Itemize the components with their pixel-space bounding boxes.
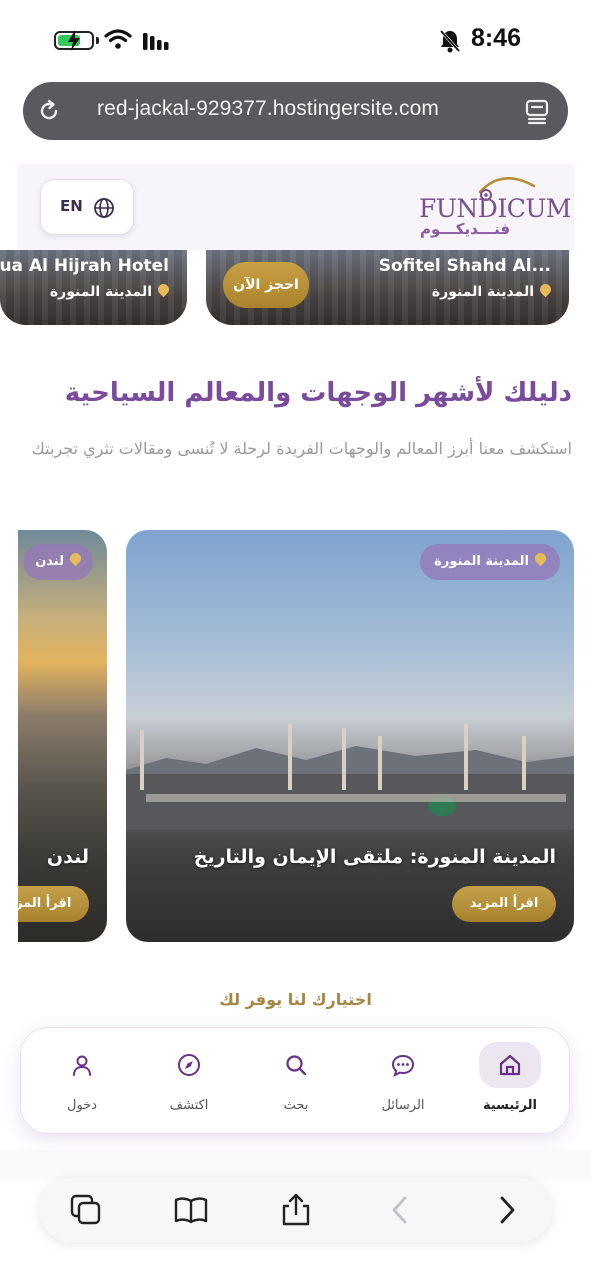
article-title: لندن — [46, 846, 89, 868]
nav-item-explore[interactable]: اكتشف — [144, 1042, 234, 1122]
brand-logo[interactable]: FUNDICUM فنـــديكـــوم — [414, 170, 572, 242]
charging-bolt-icon — [68, 30, 80, 51]
hotel-name: ua Al Hijrah Hotel — [0, 256, 169, 276]
location-badge: لندن — [23, 544, 93, 580]
location-pin-icon — [537, 281, 554, 298]
signal-icon — [143, 33, 169, 50]
location-pin-icon — [67, 550, 84, 567]
wifi-icon — [104, 29, 132, 49]
reload-icon[interactable] — [36, 98, 62, 124]
article-card-medina[interactable]: المدينة المنورة المدينة المنورة: ملتقى ا… — [126, 530, 574, 942]
hotel-location-text: المدينة المنورة — [431, 284, 534, 300]
chat-icon — [391, 1054, 415, 1077]
language-label: EN — [60, 197, 83, 215]
nav-item-home[interactable]: الرئيسية — [465, 1042, 555, 1122]
nav-item-login[interactable]: دخول — [37, 1042, 127, 1122]
article-title: المدينة المنورة: ملتقى الإيمان والتاريخ — [193, 846, 556, 868]
nav-label-home: الرئيسية — [482, 1098, 538, 1113]
nav-item-messages[interactable]: الرسائل — [358, 1042, 448, 1122]
status-bar: 8:46 — [0, 0, 591, 80]
hotel-location: المدينة المنورة — [431, 281, 554, 300]
guide-section-description: استكشف معنا أبرز المعالم والوجهات الفريد… — [31, 439, 572, 458]
forward-icon[interactable] — [488, 1192, 524, 1228]
home-icon — [499, 1054, 521, 1076]
nav-label-messages: الرسائل — [381, 1098, 425, 1113]
mosque-skyline-image — [126, 724, 574, 830]
hotel-location: المدينة المنورة — [49, 281, 172, 300]
hotel-card[interactable]: احجز الآن Sofitel Shahd Al... المدينة ال… — [206, 250, 569, 325]
location-badge: المدينة المنورة — [420, 544, 560, 580]
location-badge-text: المدينة المنورة — [434, 554, 529, 569]
hotel-name: Sofitel Shahd Al... — [378, 256, 551, 276]
article-card-london[interactable]: لندن لندن اقرأ المزيد — [18, 530, 107, 942]
user-icon — [73, 1055, 91, 1076]
share-icon[interactable] — [278, 1192, 314, 1228]
brand-name-ar: فنـــديكـــوم — [420, 220, 511, 238]
tabs-icon[interactable] — [68, 1192, 104, 1228]
read-more-button[interactable]: اقرأ المزيد — [18, 886, 89, 922]
status-time: 8:46 — [470, 24, 521, 52]
globe-icon — [94, 198, 114, 218]
site-header: EN FUNDICUM فنـــديكـــوم — [18, 164, 574, 250]
reader-mode-icon[interactable] — [525, 99, 549, 125]
language-switch-button[interactable]: EN — [40, 179, 134, 235]
partial-footer — [0, 1150, 591, 1180]
bottom-navigation: الرئيسية الرسائل بحث اكتشف دخول — [20, 1027, 570, 1134]
brand-name-en: FUNDICUM — [419, 194, 572, 223]
back-icon[interactable] — [383, 1192, 419, 1228]
nav-label-explore: اكتشف — [169, 1098, 209, 1113]
search-icon — [286, 1055, 307, 1076]
bookmarks-icon[interactable] — [173, 1192, 209, 1228]
nav-item-search[interactable]: بحث — [251, 1042, 341, 1122]
hotel-card[interactable]: ua Al Hijrah Hotel المدينة المنورة — [0, 250, 187, 325]
book-now-button[interactable]: احجز الآن — [223, 262, 309, 308]
url-text[interactable]: red-jackal-929377.hostingersite.com — [97, 97, 439, 121]
guide-section-title: دليلك لأشهر الوجهات والمعالم السياحية — [64, 378, 572, 408]
location-pin-icon — [532, 550, 549, 567]
hotel-location-text: المدينة المنورة — [49, 284, 152, 300]
nav-label-login: دخول — [67, 1098, 97, 1113]
read-more-button[interactable]: اقرأ المزيد — [452, 886, 556, 922]
browser-toolbar — [39, 1178, 552, 1242]
address-bar[interactable]: red-jackal-929377.hostingersite.com — [23, 82, 568, 140]
nav-label-search: بحث — [283, 1098, 309, 1113]
location-pin-icon — [155, 281, 172, 298]
silent-bell-icon — [439, 29, 461, 53]
location-badge-text: لندن — [35, 554, 64, 569]
why-choose-us-title: اختيارك لنا يوفر لك — [219, 990, 372, 1009]
compass-icon — [178, 1054, 200, 1076]
